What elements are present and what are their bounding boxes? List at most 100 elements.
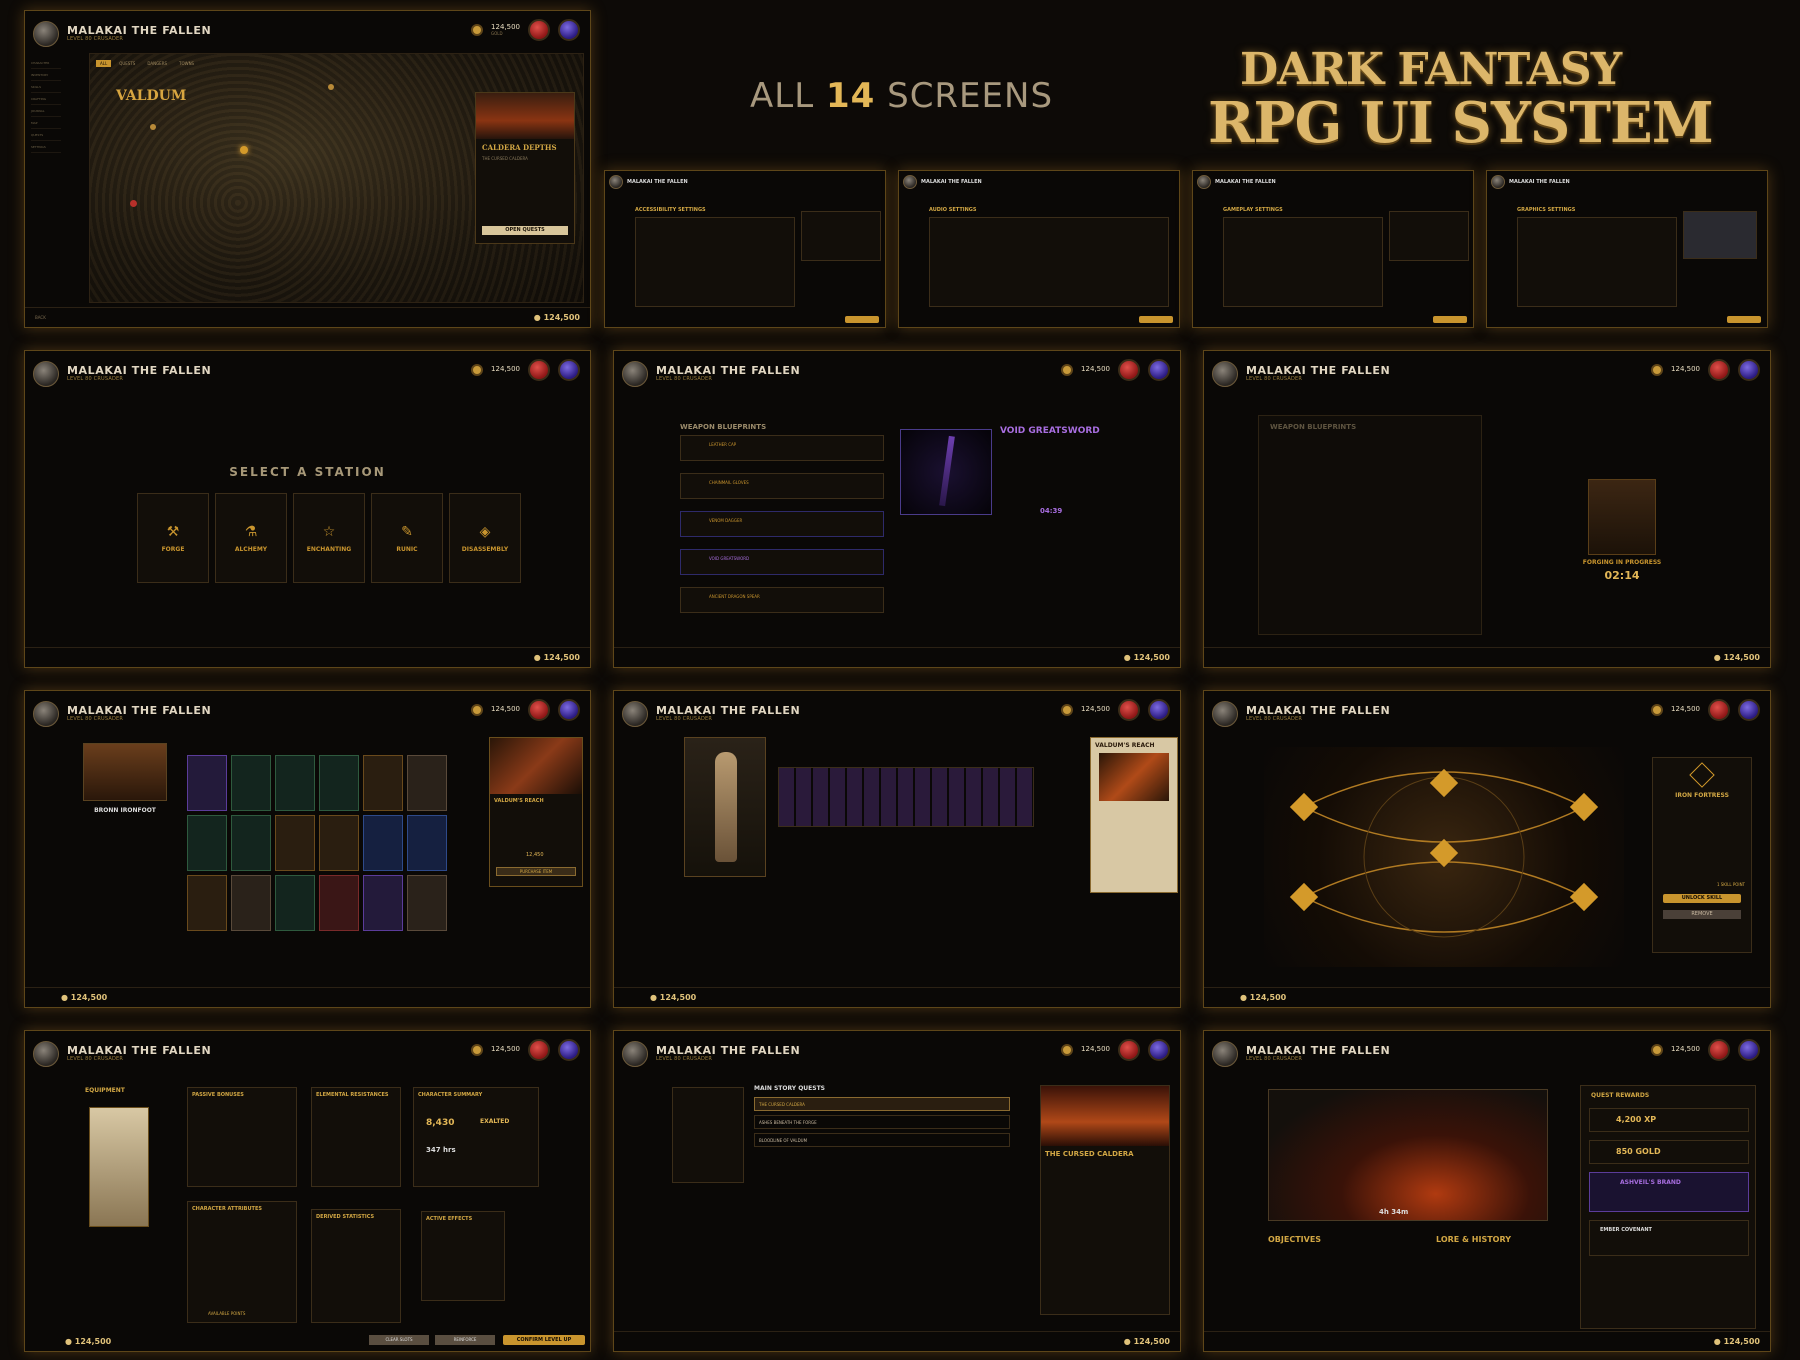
blueprint-item[interactable]: LEATHER CAP: [680, 435, 884, 461]
map-marker-icon[interactable]: [130, 200, 137, 207]
item-slot[interactable]: [363, 875, 403, 931]
map-tab-all[interactable]: ALL: [96, 60, 112, 67]
clear-slots-button[interactable]: CLEAR SLOTS: [369, 1335, 429, 1345]
item-slot[interactable]: [187, 875, 227, 931]
item-slot[interactable]: [187, 755, 227, 811]
avatar[interactable]: [622, 701, 648, 727]
item-slot[interactable]: [275, 755, 315, 811]
mana-orb-icon: [1148, 359, 1170, 381]
item-slot[interactable]: [363, 815, 403, 871]
avatar[interactable]: [1212, 1041, 1238, 1067]
quest-item[interactable]: BLOODLINE OF VALDUM: [754, 1133, 1010, 1147]
blueprint-item[interactable]: CHAINMAIL GLOVES: [680, 473, 884, 499]
blueprint-name: LEATHER CAP: [709, 442, 737, 447]
item-slot[interactable]: [407, 815, 447, 871]
open-quests-button[interactable]: OPEN QUESTS: [482, 226, 568, 235]
avatar[interactable]: [622, 361, 648, 387]
map-marker-icon[interactable]: [328, 84, 334, 90]
blueprint-item[interactable]: ANCIENT DRAGON SPEAR: [680, 587, 884, 613]
player-name: MALAKAI THE FALLEN: [656, 364, 801, 378]
station-alchemy[interactable]: ⚗ ALCHEMY: [215, 493, 287, 583]
item-slot[interactable]: [363, 755, 403, 811]
avatar[interactable]: [622, 1041, 648, 1067]
settings-title: GRAPHICS SETTINGS: [1517, 207, 1576, 213]
item-slot[interactable]: [407, 875, 447, 931]
world-map[interactable]: ALL QUESTS DANGERS TOWNS VALDUM CALDERA …: [89, 53, 584, 303]
item-slot[interactable]: [231, 875, 271, 931]
remove-button[interactable]: REMOVE: [1663, 910, 1741, 919]
gold-amount: 124,500: [491, 365, 520, 374]
mana-orb-icon: [558, 19, 580, 41]
mana-orb-icon: [1738, 1039, 1760, 1061]
footer-gold: ● 124,500: [533, 653, 580, 662]
reward-label: 4,200 XP: [1616, 1115, 1657, 1124]
item-slot[interactable]: [275, 875, 315, 931]
item-slot[interactable]: [187, 815, 227, 871]
station-enchanting[interactable]: ☆ ENCHANTING: [293, 493, 365, 583]
character-summary: CHARACTER SUMMARY 8,430 EXALTED 347 hrs: [413, 1087, 539, 1187]
map-marker-icon[interactable]: [240, 146, 248, 154]
item-slot[interactable]: [319, 875, 359, 931]
player-level: LEVEL 80 CRUSADER: [1246, 716, 1303, 723]
sidebar-item[interactable]: CHARACTER: [31, 61, 61, 69]
blueprint-item[interactable]: VOID GREATSWORD: [680, 549, 884, 575]
save-button[interactable]: [1433, 316, 1467, 323]
item-slot[interactable]: [407, 755, 447, 811]
confirm-level-up-button[interactable]: CONFIRM LEVEL UP: [503, 1335, 585, 1345]
gold-coin-icon: [1651, 1044, 1664, 1056]
player-name: MALAKAI THE FALLEN: [67, 704, 212, 718]
health-orb-icon: [1118, 359, 1140, 381]
back-button[interactable]: BACK: [35, 315, 46, 320]
sidebar-item[interactable]: SETTINGS: [31, 145, 61, 153]
sidebar-item[interactable]: INVENTORY: [31, 73, 61, 81]
objectives-title: OBJECTIVES: [1268, 1235, 1322, 1244]
forging-screen: MALAKAI THE FALLEN LEVEL 80 CRUSADER 124,…: [1203, 350, 1771, 668]
avatar[interactable]: [33, 21, 59, 47]
station-runic[interactable]: ✎ RUNIC: [371, 493, 443, 583]
player-level: LEVEL 80 CRUSADER: [67, 1056, 124, 1063]
station-disassembly[interactable]: ◈ DISASSEMBLY: [449, 493, 521, 583]
cube-icon: ◈: [479, 523, 491, 540]
rewards-title: QUEST REWARDS: [1591, 1092, 1650, 1099]
item-slot[interactable]: [275, 815, 315, 871]
gold-coin-icon: [1651, 704, 1664, 716]
gold-amount: 124,500: [1081, 705, 1110, 714]
avatar[interactable]: [33, 361, 59, 387]
gold-coin-icon: [1061, 364, 1074, 376]
purchase-button[interactable]: PURCHASE ITEM: [496, 867, 576, 876]
item-slot[interactable]: [319, 815, 359, 871]
reinforce-button[interactable]: REINFORCE: [435, 1335, 495, 1345]
avatar[interactable]: [33, 1041, 59, 1067]
player-level: LEVEL 80 CRUSADER: [656, 1056, 713, 1063]
save-button[interactable]: [1139, 316, 1173, 323]
station-forge[interactable]: ⚒ FORGE: [137, 493, 209, 583]
sidebar-item[interactable]: QUESTS: [31, 133, 61, 141]
sidebar-item[interactable]: CRAFTING: [31, 97, 61, 105]
summary-value: 8,430: [426, 1118, 455, 1128]
save-button[interactable]: [845, 316, 879, 323]
avatar[interactable]: [33, 701, 59, 727]
map-marker-icon[interactable]: [150, 124, 156, 130]
item-slot[interactable]: [231, 815, 271, 871]
settings-title: ACCESSIBILITY SETTINGS: [635, 207, 706, 213]
blueprint-item[interactable]: VENOM DAGGER: [680, 511, 884, 537]
map-tab-quests[interactable]: QUESTS: [115, 60, 139, 67]
quest-item[interactable]: ASHES BENEATH THE FORGE: [754, 1115, 1010, 1129]
avatar[interactable]: [1212, 701, 1238, 727]
sidebar-item[interactable]: SKILLS: [31, 85, 61, 93]
save-button[interactable]: [1727, 316, 1761, 323]
gold-coin-icon: [471, 364, 484, 376]
map-tab-towns[interactable]: TOWNS: [175, 60, 198, 67]
item-slot[interactable]: [319, 755, 359, 811]
mana-orb-icon: [1148, 1039, 1170, 1061]
quest-item[interactable]: THE CURSED CALDERA: [754, 1097, 1010, 1111]
sidebar-item[interactable]: JOURNAL: [31, 109, 61, 117]
avatar[interactable]: [1212, 361, 1238, 387]
item-slot[interactable]: [231, 755, 271, 811]
skill-tree-screen: MALAKAI THE FALLEN LEVEL 80 CRUSADER 124,…: [1203, 690, 1771, 1008]
settings-title: GAMEPLAY SETTINGS: [1223, 207, 1283, 213]
sidebar-item[interactable]: MAP: [31, 121, 61, 129]
unlock-skill-button[interactable]: UNLOCK SKILL: [1663, 894, 1741, 903]
player-name: MALAKAI THE FALLEN: [1246, 704, 1391, 718]
map-tab-dangers[interactable]: DANGERS: [143, 60, 171, 67]
